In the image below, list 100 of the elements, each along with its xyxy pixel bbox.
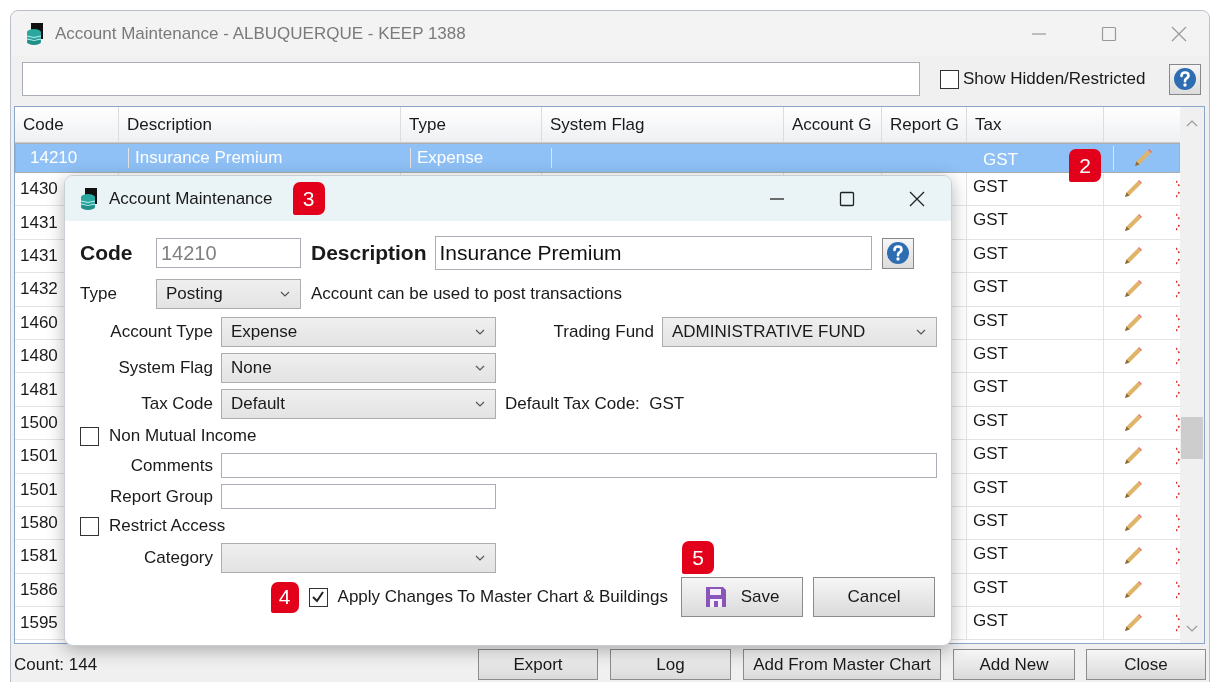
- type-dropdown[interactable]: Posting: [156, 279, 301, 309]
- field-label: Tax Code: [140, 394, 213, 414]
- save-button[interactable]: Save: [681, 577, 803, 617]
- category-dropdown[interactable]: [221, 543, 496, 573]
- table-cell: GST: [973, 410, 1008, 431]
- database-icon: [79, 186, 99, 211]
- column-header[interactable]: Description: [119, 107, 401, 142]
- table-cell: 1431: [20, 212, 58, 233]
- help-button[interactable]: [881, 237, 914, 269]
- pencil-icon[interactable]: [1122, 578, 1144, 601]
- table-cell: GST: [973, 310, 1008, 331]
- tax-code-dropdown[interactable]: Default: [221, 389, 496, 419]
- scroll-thumb[interactable]: [1181, 417, 1203, 459]
- field-label: Code: [80, 241, 134, 265]
- table-cell: 1431: [20, 245, 58, 266]
- field-label: Trading Fund: [552, 322, 654, 342]
- field-label: Type: [80, 284, 118, 304]
- checkbox[interactable]: [80, 516, 99, 536]
- action-button[interactable]: Add From Master Chart: [743, 649, 941, 680]
- field-label: Category: [143, 548, 213, 568]
- help-icon: [885, 241, 910, 265]
- checkbox-label[interactable]: Apply Changes To Master Chart & Buildings: [337, 587, 668, 607]
- table-cell: GST: [973, 510, 1008, 531]
- close-icon[interactable]: [909, 190, 925, 207]
- window-title: Account Maintenance - ALBUQUERQUE - KEEP 1388: [55, 23, 466, 44]
- table-cell: 1480: [20, 346, 58, 367]
- chevron-down-icon: [280, 291, 290, 297]
- account-type-dropdown[interactable]: Expense: [221, 317, 496, 347]
- step-badge: 4: [270, 581, 299, 613]
- checkbox[interactable]: [80, 426, 99, 446]
- help-button[interactable]: [1169, 63, 1201, 95]
- table-cell: 1430: [20, 179, 58, 200]
- table-cell: 1501: [20, 446, 58, 467]
- table-cell: Expense: [417, 148, 484, 168]
- database-icon: [25, 21, 45, 46]
- chevron-down-icon: [475, 329, 485, 335]
- dialog-title: Account Maintenance: [109, 188, 273, 209]
- pencil-icon[interactable]: [1122, 378, 1144, 401]
- table-cell: 1501: [20, 479, 58, 500]
- checkbox-label[interactable]: Restrict Access: [109, 516, 226, 536]
- table-cell: 14210: [30, 148, 78, 168]
- table-cell: GST: [973, 477, 1008, 498]
- table-cell: Insurance Premium: [135, 148, 283, 168]
- checkbox-label[interactable]: Non Mutual Income: [109, 426, 257, 446]
- table-cell: 1460: [20, 312, 58, 333]
- checkbox[interactable]: [308, 587, 328, 607]
- action-button[interactable]: Export: [478, 649, 598, 680]
- comments-field[interactable]: [221, 453, 937, 478]
- type-note: Account can be used to post transactions: [311, 284, 622, 304]
- pencil-icon[interactable]: [1122, 311, 1144, 334]
- table-cell: GST: [973, 277, 1008, 298]
- field-label: Report Group: [109, 486, 213, 507]
- chevron-down-icon: [916, 329, 926, 335]
- table-cell: GST: [973, 343, 1008, 364]
- pencil-icon[interactable]: [1122, 411, 1144, 434]
- search-field[interactable]: [22, 62, 920, 96]
- pencil-icon[interactable]: [1122, 211, 1144, 234]
- cancel-button[interactable]: Cancel: [813, 577, 935, 617]
- field-label: Account Type: [109, 322, 213, 342]
- action-button[interactable]: Add New: [953, 649, 1075, 680]
- maximize-icon[interactable]: [839, 190, 855, 207]
- system-flag-dropdown[interactable]: None: [221, 353, 496, 383]
- table-cell: GST: [973, 177, 1008, 197]
- column-header[interactable]: Tax: [967, 107, 1104, 142]
- table-cell: 1432: [20, 279, 58, 300]
- field-label: Description: [311, 241, 427, 265]
- chevron-down-icon: [475, 365, 485, 371]
- column-header[interactable]: Account G: [784, 107, 882, 142]
- pencil-icon[interactable]: [1132, 147, 1154, 169]
- field-label: Comments: [129, 455, 213, 476]
- pencil-icon[interactable]: [1122, 478, 1144, 501]
- table-cell: 1581: [20, 546, 58, 567]
- scrollbar[interactable]: [1180, 107, 1204, 643]
- scroll-down-icon[interactable]: [1186, 625, 1198, 633]
- table-cell: GST: [973, 611, 1008, 632]
- chevron-down-icon: [475, 401, 485, 407]
- column-header[interactable]: Code: [15, 107, 119, 142]
- report-group-field[interactable]: [221, 484, 496, 509]
- scroll-up-icon[interactable]: [1186, 119, 1198, 127]
- table-cell: GST: [973, 210, 1008, 231]
- tax-note: Default Tax Code: GST: [504, 394, 686, 414]
- trading-fund-dropdown[interactable]: ADMINISTRATIVE FUND: [662, 317, 937, 347]
- table-cell: GST: [973, 444, 1008, 465]
- table-cell: 1586: [20, 579, 58, 600]
- checkbox-label[interactable]: Show Hidden/Restricted: [963, 69, 1146, 89]
- table-cell: GST: [973, 377, 1008, 398]
- action-button[interactable]: Close: [1086, 649, 1206, 680]
- column-header[interactable]: System Flag: [542, 107, 784, 142]
- table-cell: GST: [973, 544, 1008, 565]
- step-badge: 2: [1069, 149, 1101, 182]
- table-cell: 1580: [20, 513, 58, 534]
- checkbox[interactable]: [940, 69, 959, 89]
- column-header[interactable]: Type: [401, 107, 542, 142]
- table-cell: 1595: [20, 613, 58, 634]
- action-button[interactable]: Log: [610, 649, 731, 680]
- pencil-icon[interactable]: [1122, 244, 1144, 267]
- step-badge: 3: [292, 182, 325, 215]
- column-header[interactable]: Report G: [882, 107, 967, 142]
- help-icon: [1173, 67, 1197, 91]
- description-field[interactable]: Insurance Premium: [434, 236, 872, 270]
